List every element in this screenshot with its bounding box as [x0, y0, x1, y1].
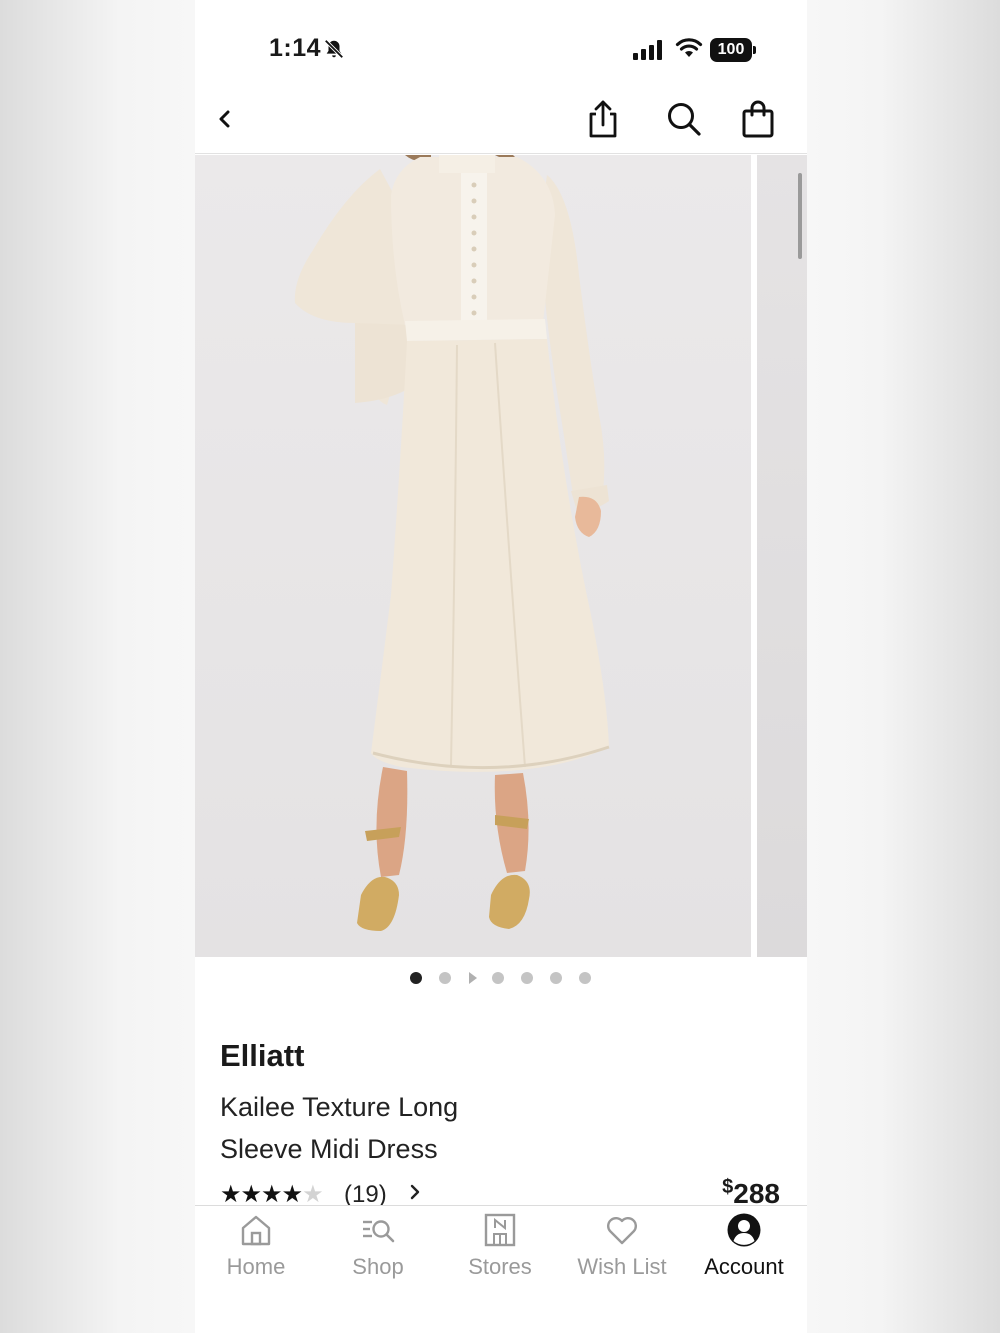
star-icon: ★: [281, 1181, 303, 1208]
star-icon: ★: [220, 1181, 241, 1208]
product-title: Kailee Texture Long Sleeve Midi Dress: [220, 1092, 459, 1164]
tab-label: Home: [226, 1254, 286, 1279]
star-empty-icon: ★: [302, 1181, 323, 1208]
star-icon: ★: [240, 1181, 262, 1208]
tab-label: Account: [704, 1254, 784, 1279]
nav-header: [195, 90, 807, 154]
back-chevron-icon[interactable]: [213, 104, 237, 134]
pagination-dot-active[interactable]: [410, 972, 422, 984]
signal-icon: [633, 40, 662, 60]
pagination-dot[interactable]: [550, 972, 562, 984]
shop-search-icon: [363, 1220, 395, 1243]
status-time: 1:14: [269, 34, 322, 62]
pagination-dot[interactable]: [521, 972, 533, 984]
video-play-icon[interactable]: [469, 972, 477, 984]
battery-icon: 100: [710, 38, 756, 62]
account-icon: [727, 1213, 761, 1247]
product-image[interactable]: [195, 155, 751, 957]
tab-shop[interactable]: Shop: [317, 1206, 439, 1296]
scroll-indicator: [798, 173, 802, 259]
tab-account[interactable]: Account: [683, 1206, 805, 1296]
price-currency: $: [722, 1176, 734, 1198]
next-product-image[interactable]: [757, 155, 807, 957]
product-brand[interactable]: Elliatt: [220, 1038, 304, 1074]
carousel-pagination: [195, 968, 807, 990]
tab-label: Shop: [352, 1254, 404, 1279]
tab-home[interactable]: Home: [195, 1206, 317, 1296]
chevron-right-icon[interactable]: [408, 1182, 422, 1202]
share-icon[interactable]: [585, 98, 621, 140]
pagination-dot[interactable]: [492, 972, 504, 984]
home-icon: [241, 1215, 271, 1246]
pagination-dot[interactable]: [439, 972, 451, 984]
pagination-dot[interactable]: [579, 972, 591, 984]
rating-row[interactable]: ★★★★★ (19) $288: [220, 1176, 780, 1209]
tab-label: Wish List: [577, 1254, 667, 1279]
product-image-carousel[interactable]: [195, 155, 807, 957]
shopping-bag-icon[interactable]: [739, 98, 777, 140]
tab-label: Stores: [468, 1254, 532, 1279]
app-screen: 1:14 100 Elliatt Kailee Texture Long Sle…: [195, 0, 807, 1333]
bottom-tab-bar: Home Shop Stores Wish List Account: [195, 1205, 807, 1333]
store-icon: [484, 1213, 516, 1247]
battery-level: 100: [710, 38, 752, 62]
dress-illustration: [294, 155, 610, 931]
bell-slash-icon: [324, 39, 344, 59]
star-icon: ★: [261, 1181, 282, 1208]
status-bar: 1:14 100: [195, 0, 807, 90]
heart-icon: [607, 1217, 637, 1245]
search-icon[interactable]: [665, 100, 703, 138]
tab-stores[interactable]: Stores: [439, 1206, 561, 1296]
wifi-icon: [675, 38, 703, 57]
tab-wish-list[interactable]: Wish List: [561, 1206, 683, 1296]
